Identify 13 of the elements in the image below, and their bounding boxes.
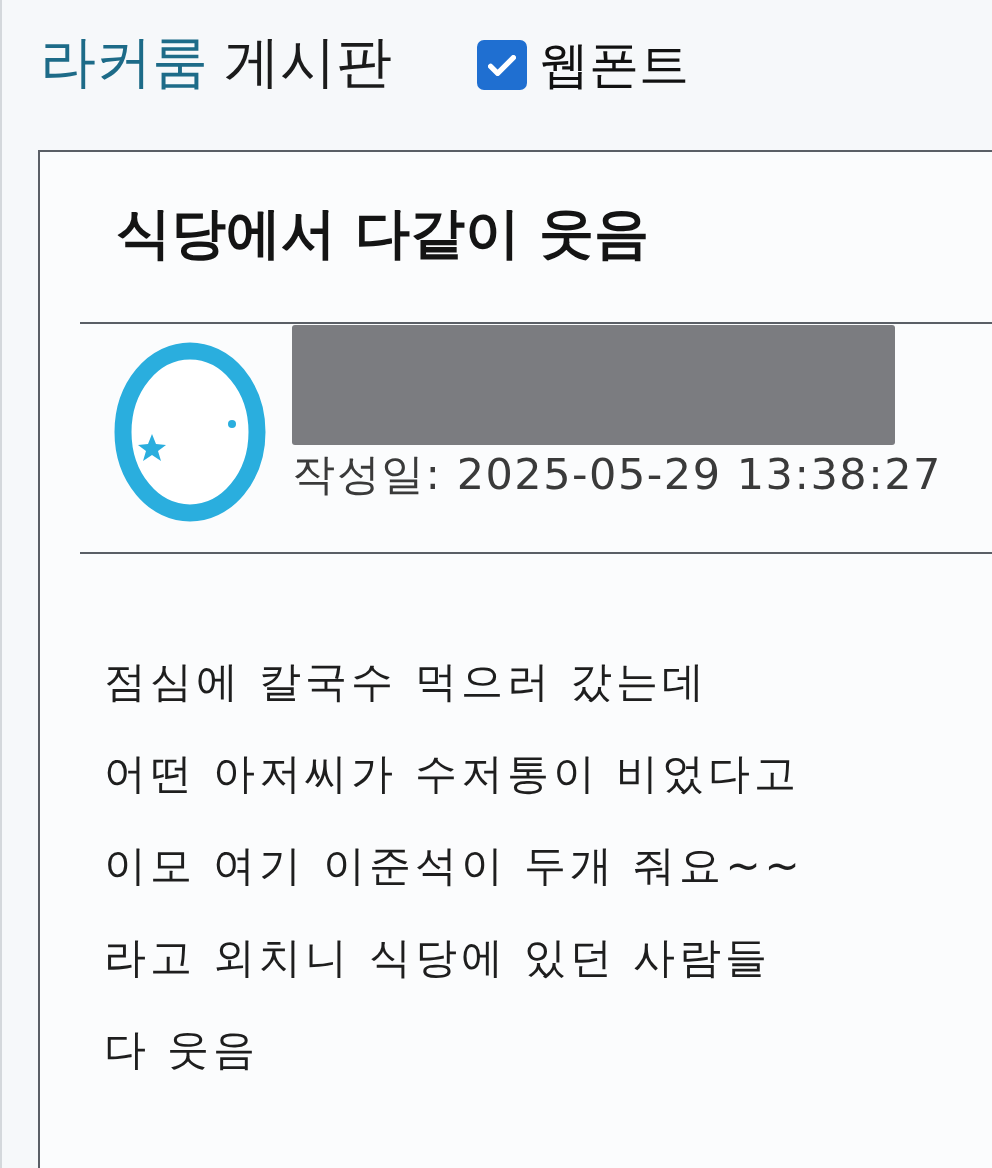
post-text-line: 다 웃음 xyxy=(104,1024,260,1076)
webfont-label[interactable]: 웹폰트 xyxy=(539,40,689,90)
avatar-icon xyxy=(114,342,266,522)
post-text-line: 라고 외치니 식당에 있던 사람들 xyxy=(104,932,772,984)
checkmark-icon xyxy=(488,54,516,76)
post-text-line: 이모 여기 이준석이 두개 줘요~~ xyxy=(104,840,804,892)
post-text-line: 점심에 칼국수 먹으러 갔는데 xyxy=(104,656,709,708)
board-name: 라커룸 xyxy=(40,34,208,90)
post-text-line: 어떤 아저씨가 수저통이 비었다고 xyxy=(104,748,801,800)
board-suffix: 게시판 xyxy=(224,34,392,90)
post-title: 식당에서 다같이 웃음 xyxy=(115,200,651,267)
post-date: 작성일: 2025-05-29 13:38:27 xyxy=(292,449,942,501)
webfont-checkbox[interactable] xyxy=(477,40,527,90)
